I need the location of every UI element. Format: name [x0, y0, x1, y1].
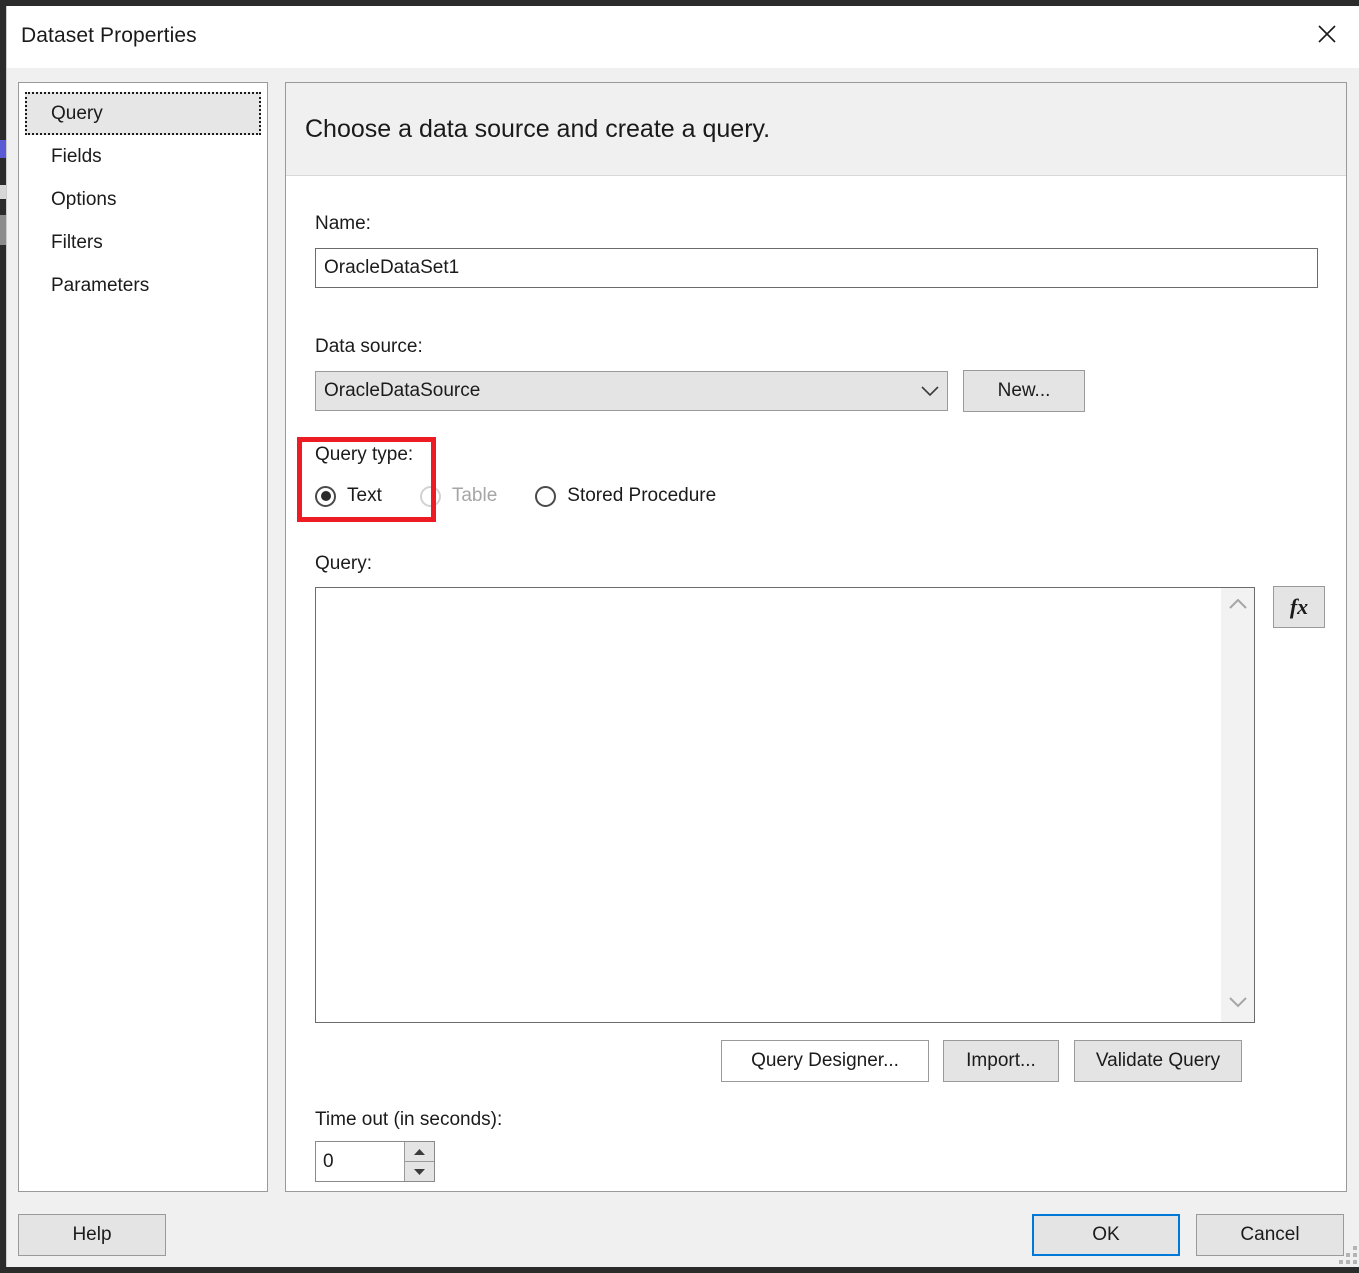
sidebar-item-label: Options — [51, 188, 117, 210]
query-input[interactable] — [316, 588, 1220, 1022]
dialog-title: Dataset Properties — [21, 24, 197, 47]
sidebar-item-fields[interactable]: Fields — [25, 135, 261, 178]
sidebar-item-options[interactable]: Options — [25, 178, 261, 221]
spinner-up-icon[interactable] — [405, 1142, 434, 1161]
query-editor — [315, 587, 1255, 1023]
dialog-body: Query Fields Options Filters Parameters … — [7, 68, 1359, 1204]
query-settings-pane: Choose a data source and create a query.… — [285, 82, 1347, 1192]
pane-header: Choose a data source and create a query. — [286, 83, 1346, 176]
query-label: Query: — [315, 553, 373, 574]
query-designer-button[interactable]: Query Designer... — [721, 1040, 929, 1082]
category-list: Query Fields Options Filters Parameters — [18, 82, 268, 1192]
timeout-stepper-buttons — [404, 1142, 434, 1181]
dialog-footer: Help OK Cancel — [7, 1204, 1359, 1267]
chevron-up-icon[interactable] — [1228, 597, 1247, 615]
query-type-group: Text Table Stored Procedure — [315, 478, 754, 514]
import-button[interactable]: Import... — [943, 1040, 1059, 1082]
data-source-select[interactable]: OracleDataSource — [315, 371, 948, 411]
radio-label: Text — [347, 485, 382, 506]
timeout-stepper — [315, 1141, 435, 1182]
radio-indicator-icon — [419, 485, 441, 507]
radio-indicator-icon — [535, 485, 557, 507]
sidebar-item-label: Parameters — [51, 274, 150, 296]
validate-query-button[interactable]: Validate Query — [1074, 1040, 1242, 1082]
name-input[interactable] — [315, 248, 1318, 288]
radio-label: Stored Procedure — [567, 485, 717, 506]
help-button[interactable]: Help — [18, 1214, 166, 1256]
expression-button[interactable]: fx — [1273, 586, 1325, 628]
radio-query-type-table: Table — [419, 485, 498, 507]
dataset-properties-dialog: Dataset Properties Query Fields Options … — [6, 6, 1359, 1267]
new-data-source-button[interactable]: New... — [963, 370, 1085, 412]
query-scrollbar[interactable] — [1220, 588, 1254, 1022]
chevron-down-icon[interactable] — [1228, 995, 1247, 1013]
spinner-down-icon[interactable] — [405, 1161, 434, 1181]
sidebar-item-label: Query — [51, 102, 103, 124]
radio-query-type-text[interactable]: Text — [315, 485, 382, 507]
query-type-label: Query type: — [315, 444, 414, 465]
background-window-strip-bottom — [0, 1267, 1359, 1273]
timeout-input[interactable] — [316, 1142, 404, 1181]
sidebar-item-query[interactable]: Query — [25, 92, 261, 135]
sidebar-item-parameters[interactable]: Parameters — [25, 264, 261, 307]
cancel-button[interactable]: Cancel — [1196, 1214, 1344, 1256]
sidebar-item-label: Fields — [51, 145, 102, 167]
chevron-down-icon — [913, 385, 947, 397]
data-source-value: OracleDataSource — [324, 380, 481, 401]
close-icon[interactable] — [1295, 6, 1359, 62]
sidebar-item-filters[interactable]: Filters — [25, 221, 261, 264]
radio-label: Table — [451, 485, 498, 506]
page-title: Choose a data source and create a query. — [305, 114, 771, 143]
radio-indicator-icon — [315, 485, 336, 507]
name-label: Name: — [315, 213, 371, 234]
ok-button[interactable]: OK — [1032, 1214, 1180, 1256]
sidebar-item-label: Filters — [51, 231, 103, 253]
radio-query-type-stored-procedure[interactable]: Stored Procedure — [535, 485, 716, 507]
data-source-label: Data source: — [315, 336, 423, 357]
resize-grip-icon[interactable] — [1339, 1246, 1357, 1264]
timeout-label: Time out (in seconds): — [315, 1109, 503, 1130]
dialog-titlebar: Dataset Properties — [7, 6, 1359, 68]
